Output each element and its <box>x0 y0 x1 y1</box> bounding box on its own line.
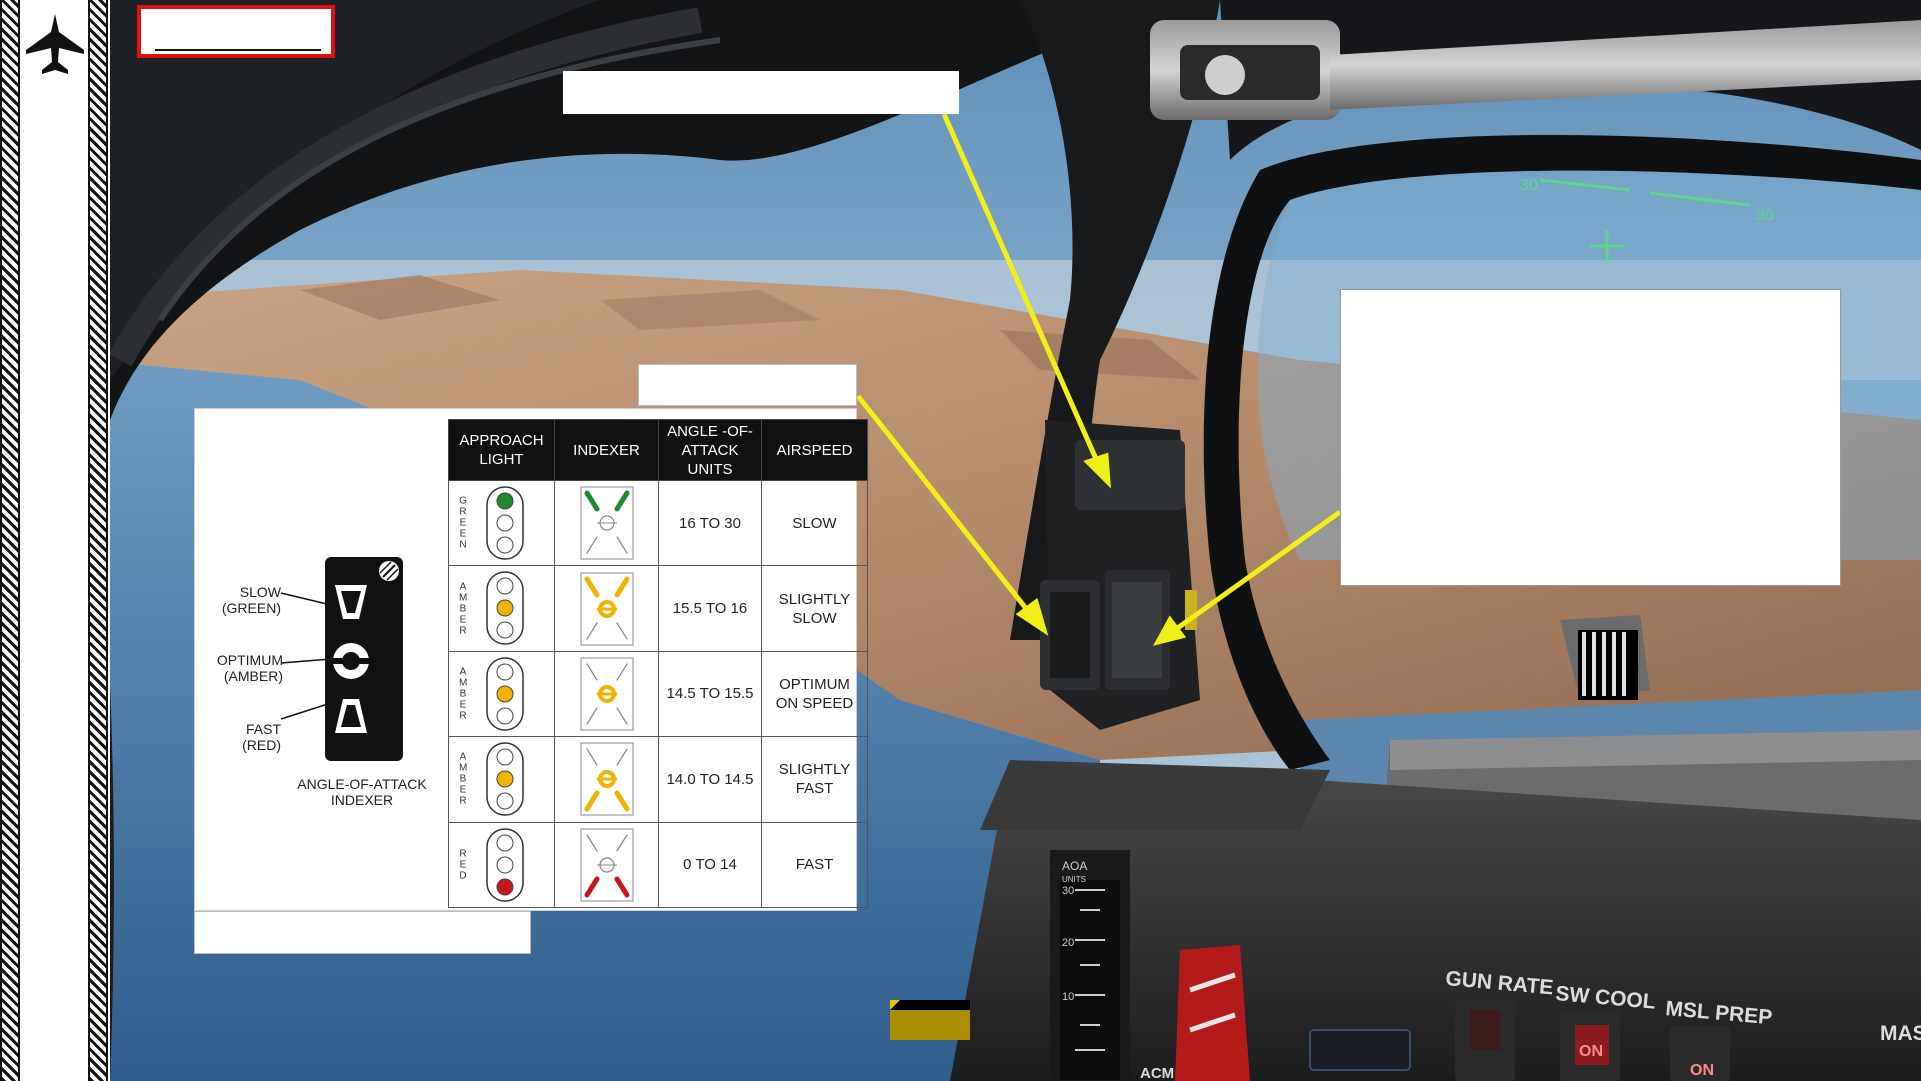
aoa-units-cell: 16 TO 30 <box>658 479 762 567</box>
airspeed-cell: FAST <box>761 821 868 909</box>
light-color-label: RED <box>459 848 467 882</box>
approach-light-cell: AMBER <box>448 736 555 823</box>
col-header-indexer: INDEXER <box>554 419 659 481</box>
callout-caption-box <box>194 911 531 954</box>
callout-description-box <box>1340 289 1841 586</box>
col-header-aoa-units: ANGLE -OF-ATTACK UNITS <box>658 419 762 481</box>
aoa-scale-label: 20 <box>1062 937 1074 949</box>
table-row: G R E E N 16 TO 30 SLOW <box>448 479 868 567</box>
indexer-leader-lines <box>280 592 332 720</box>
indexer-state-icon <box>580 486 633 560</box>
light-color-label: AMBER <box>459 581 468 637</box>
indexer-cell <box>554 479 659 567</box>
airspeed-cell: SLIGHTLY FAST <box>761 736 868 823</box>
table-row: A M B E R 14.5 TO 15.5 OPTIMUM ON SPEED <box>448 650 868 738</box>
light-color-label: AMBER <box>459 666 468 722</box>
airspeed-cell: SLOW <box>761 479 868 567</box>
approach-light-cell: GREEN <box>448 479 555 567</box>
aoa-table: APPROACH LIGHT INDEXER ANGLE -OF-ATTACK … <box>448 419 868 909</box>
approach-light-cell: AMBER <box>448 650 555 738</box>
hatched-border-right <box>88 0 108 1081</box>
col-header-airspeed: AIRSPEED <box>761 419 868 481</box>
aoa-reference-card: SLOW (GREEN) OPTIMUM (AMBER) FAST (RED) … <box>194 408 868 911</box>
hud-label: 30 <box>1520 177 1538 194</box>
page-title-box <box>137 5 335 58</box>
light-color-label: GREEN <box>459 495 467 551</box>
indexer-state-icon <box>580 742 633 816</box>
aoa-scale-label: 30 <box>1062 885 1074 897</box>
callout-label-box-top <box>563 71 959 114</box>
approach-light-icon <box>486 571 524 646</box>
aoa-units-cell: 14.0 TO 14.5 <box>658 736 762 823</box>
light-color-label: AMBER <box>459 751 468 807</box>
aoa-gauge-units: UNITS <box>1062 875 1086 884</box>
indexer-state-icon <box>580 828 633 902</box>
left-sidebar-strip <box>0 0 110 1081</box>
table-row: A M B E R 15.5 TO 16 SLIGHTLY SLOW <box>448 565 868 652</box>
slow-green-label: SLOW (GREEN) <box>221 584 281 616</box>
airspeed-cell: SLIGHTLY SLOW <box>761 565 868 652</box>
title-underline <box>155 49 321 51</box>
indexer-state-icon <box>580 572 633 646</box>
aoa-indexer-diagram <box>325 557 403 761</box>
aoa-units-cell: 15.5 TO 16 <box>658 565 762 652</box>
airspeed-cell: OPTIMUM ON SPEED <box>761 650 868 738</box>
indexer-state-icon <box>580 657 633 731</box>
indexer-caption: ANGLE-OF-ATTACK INDEXER <box>297 776 427 808</box>
indexer-cell <box>554 565 659 652</box>
callout-label-box-table <box>638 364 857 406</box>
indexer-cell <box>554 821 659 909</box>
on-label: ON <box>1690 1062 1714 1079</box>
master-arm-label: MAS ARM <box>1880 1022 1921 1045</box>
approach-light-cell: RED <box>448 821 555 909</box>
table-row: A M B E R 14.0 TO 14.5 SLIGHTLY FAST <box>448 736 868 823</box>
aoa-gauge-label: AOA <box>1062 859 1087 873</box>
col-header-approach-light: APPROACH LIGHT <box>448 419 555 481</box>
fast-red-label: FAST (RED) <box>242 721 281 753</box>
aoa-units-cell: 14.5 TO 15.5 <box>658 650 762 738</box>
aoa-units-cell: 0 TO 14 <box>658 821 762 909</box>
table-row: RED 0 TO 14 FAST <box>448 821 868 909</box>
approach-light-icon <box>486 742 524 816</box>
indexer-cell <box>554 650 659 738</box>
aoa-scale-label: 10 <box>1062 991 1074 1003</box>
hatched-border-left <box>0 0 20 1081</box>
approach-light-icon <box>486 827 524 902</box>
acm-label: ACM <box>1140 1065 1174 1081</box>
indexer-cell <box>554 736 659 823</box>
approach-light-icon <box>486 657 524 731</box>
hud-label: 30 <box>1756 207 1774 224</box>
optimum-amber-label: OPTIMUM (AMBER) <box>216 652 283 684</box>
jet-icon <box>26 14 84 74</box>
approach-light-icon <box>486 486 524 560</box>
on-label: ON <box>1579 1043 1603 1060</box>
approach-light-cell: AMBER <box>448 565 555 652</box>
